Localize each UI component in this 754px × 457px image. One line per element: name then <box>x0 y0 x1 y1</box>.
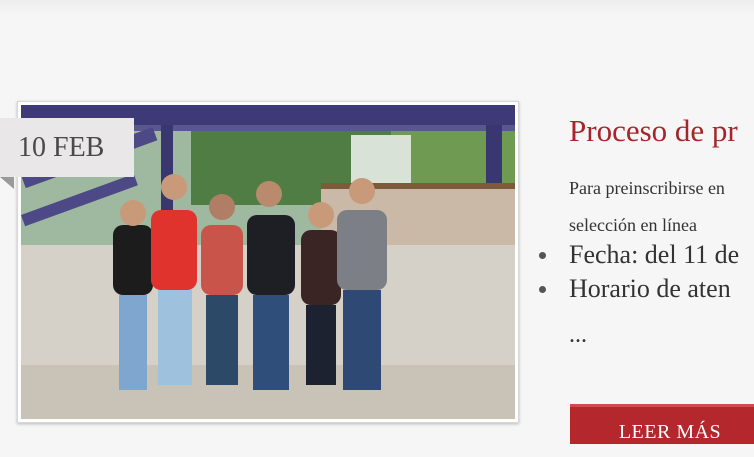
more-ellipsis: ... <box>569 322 587 348</box>
post-summary: Para preinscribirse en selección en líne… <box>569 170 754 244</box>
bullet-item: Horario de aten <box>539 272 739 306</box>
bullet-dot-icon <box>539 286 546 293</box>
bullet-item: Fecha: del 11 de <box>539 238 740 272</box>
post-title[interactable]: Proceso de pr <box>569 113 738 149</box>
date-badge-fold <box>0 177 14 189</box>
header-shadow <box>0 0 754 14</box>
post-bullets: Fecha: del 11 de Horario de aten <box>539 238 740 306</box>
read-more-button[interactable]: LEER MÁS <box>570 404 754 444</box>
summary-line: Para preinscribirse en <box>569 178 725 198</box>
bullet-text: Fecha: del 11 de <box>569 240 740 269</box>
bullet-text: Horario de aten <box>569 274 731 303</box>
date-badge: 10 FEB <box>0 118 134 177</box>
bullet-dot-icon <box>539 252 546 259</box>
